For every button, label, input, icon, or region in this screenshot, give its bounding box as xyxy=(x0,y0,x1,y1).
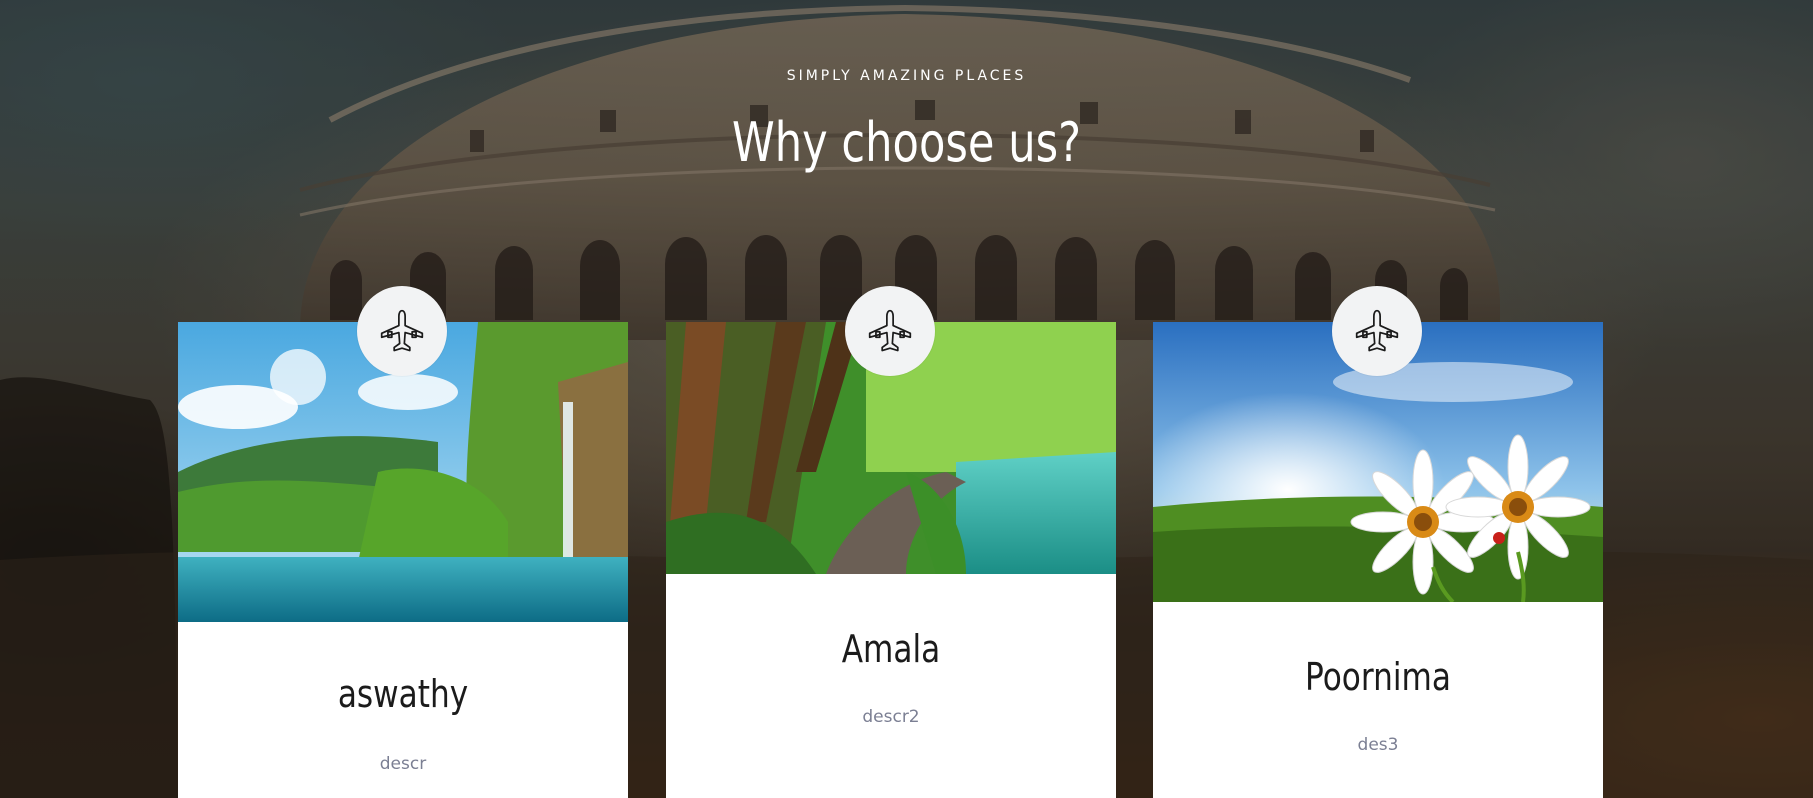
destination-card[interactable]: Amala descr2 xyxy=(666,322,1116,798)
airplane-icon xyxy=(380,309,424,352)
section-eyebrow: SIMPLY AMAZING PLACES xyxy=(786,68,1027,84)
card-icon-badge xyxy=(845,286,935,376)
section-heading: Why choose us? xyxy=(731,111,1082,174)
card-title: Poornima xyxy=(1305,655,1451,699)
card-icon-badge xyxy=(1332,286,1422,376)
airplane-icon xyxy=(1355,309,1399,352)
card-title: Amala xyxy=(841,627,941,671)
card-description: descr xyxy=(379,754,427,774)
card-title: aswathy xyxy=(337,672,469,716)
airplane-icon xyxy=(868,309,912,352)
hero-section: SIMPLY AMAZING PLACES Why choose us? asw… xyxy=(0,0,1813,798)
destination-card[interactable]: aswathy descr xyxy=(178,322,628,798)
card-description: des3 xyxy=(1357,735,1399,755)
card-icon-badge xyxy=(357,286,447,376)
section-content: SIMPLY AMAZING PLACES Why choose us? asw… xyxy=(0,0,1813,798)
destination-card[interactable]: Poornima des3 xyxy=(1153,322,1603,798)
card-description: descr2 xyxy=(862,707,920,727)
